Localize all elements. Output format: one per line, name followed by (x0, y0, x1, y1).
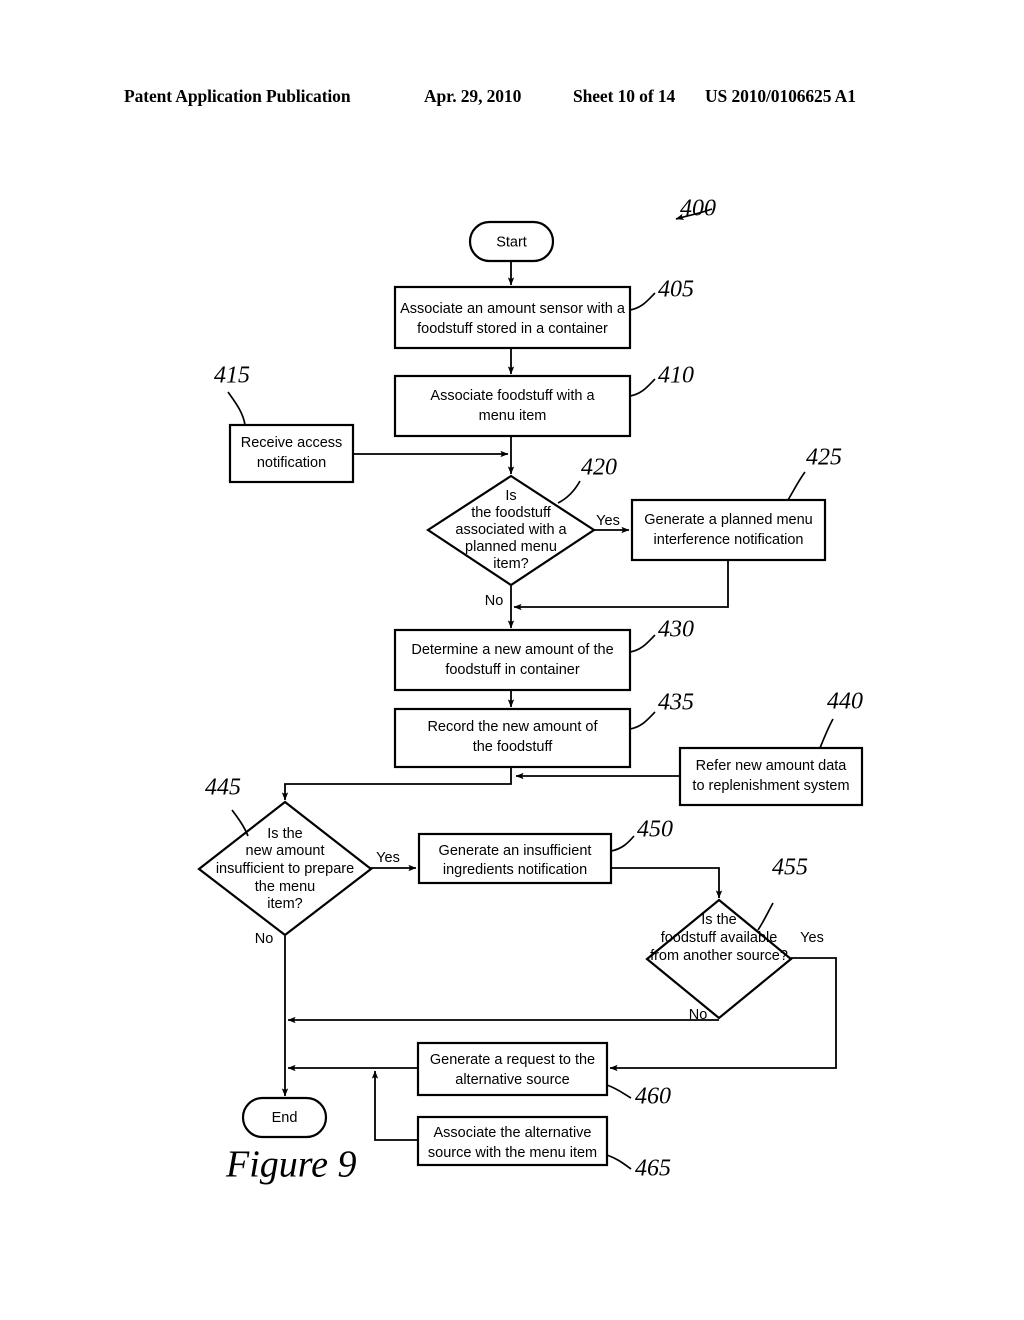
node-435-record-new-amount[interactable]: Record the new amount of the foodstuff (393, 707, 632, 769)
leader-410 (629, 378, 656, 397)
node-455-line1: Is the (701, 912, 736, 928)
leader-445 (231, 809, 249, 837)
leader-465 (606, 1154, 632, 1170)
node-430-line2: foodstuff in container (445, 662, 580, 678)
edge-450-to-455 (611, 867, 723, 899)
node-450-line2: ingredients notification (443, 862, 587, 878)
node-430-shape (393, 628, 632, 692)
ref-label-455: 455 (772, 855, 808, 881)
node-start[interactable]: Start (468, 220, 555, 263)
edge-435-to-445 (281, 767, 512, 801)
edge-label-455-yes: Yes (800, 930, 824, 946)
node-445-line3: insufficient to prepare (216, 861, 354, 877)
node-420-line5: item? (493, 556, 528, 572)
node-435-line1: Record the new amount of (427, 719, 598, 735)
node-460-generate-request-alternative-source[interactable]: Generate a request to the alternative so… (416, 1041, 609, 1097)
ref-label-460: 460 (635, 1084, 671, 1110)
node-430-determine-new-amount[interactable]: Determine a new amount of the foodstuff … (393, 628, 632, 692)
node-420-decision-planned-menu-item[interactable]: Is the foodstuff associated with a plann… (425, 474, 597, 587)
node-420-line1: Is (505, 488, 516, 504)
node-420-line2: the foodstuff (471, 505, 552, 521)
node-465-associate-alternative-source[interactable]: Associate the alternative source with th… (416, 1115, 609, 1167)
node-415-line1: Receive access (241, 435, 343, 451)
ref-label-415: 415 (214, 363, 250, 389)
node-430-line1: Determine a new amount of the (411, 642, 613, 658)
ref-label-405: 405 (658, 277, 694, 303)
leader-420 (557, 480, 581, 504)
leader-430 (629, 634, 656, 653)
edge-465-to-460-line (371, 1070, 418, 1141)
node-410-associate-foodstuff-menu-item[interactable]: Associate foodstuff with a menu item (393, 374, 632, 438)
edge-label-445-no: No (255, 931, 274, 947)
node-435-line2: the foodstuff (473, 739, 554, 755)
edge-label-420-no: No (485, 593, 504, 609)
edge-label-445-yes: Yes (376, 850, 400, 866)
ref-label-435: 435 (658, 690, 694, 716)
ref-label-425: 425 (806, 445, 842, 471)
node-end[interactable]: End (241, 1096, 328, 1139)
ref-label-430: 430 (658, 617, 694, 643)
node-445-line4: the menu (255, 879, 315, 895)
start-label: Start (496, 234, 527, 250)
leader-435 (629, 711, 656, 730)
node-465-line2: source with the menu item (428, 1145, 597, 1161)
ref-label-410: 410 (658, 363, 694, 389)
node-405-associate-amount-sensor[interactable]: Associate an amount sensor with a foodst… (393, 285, 632, 350)
node-440-shape (678, 746, 864, 807)
leader-440 (819, 718, 834, 749)
ref-label-420: 420 (581, 455, 617, 481)
edge-label-420-yes: Yes (596, 513, 620, 529)
ref-label-450: 450 (637, 817, 673, 843)
node-450-line1: Generate an insufficient (439, 843, 592, 859)
node-420-line4: planned menu (465, 539, 557, 555)
node-455-decision-another-source[interactable]: Is the foodstuff available from another … (645, 898, 793, 1020)
node-460-line2: alternative source (455, 1072, 569, 1088)
figure-caption: Figure 9 (225, 1144, 357, 1186)
ref-label-445: 445 (205, 775, 241, 801)
node-440-refer-new-amount-data[interactable]: Refer new amount data to replenishment s… (678, 746, 864, 807)
node-425-generate-planned-menu-interference[interactable]: Generate a planned menu interference not… (630, 498, 827, 562)
node-410-line2: menu item (479, 408, 547, 424)
node-450-generate-insufficient-ingredients[interactable]: Generate an insufficient ingredients not… (417, 832, 613, 885)
end-label: End (272, 1110, 298, 1126)
node-445-line1: Is the (267, 826, 302, 842)
edge-425-to-merge (513, 560, 729, 611)
ref-label-440: 440 (827, 689, 863, 715)
node-445-decision-insufficient-amount[interactable]: Is the new amount insufficient to prepar… (197, 800, 373, 937)
leader-455 (757, 902, 774, 931)
leader-450 (610, 835, 635, 852)
leader-405 (629, 292, 656, 311)
node-440-line2: to replenishment system (692, 778, 849, 794)
node-445-line5: item? (267, 896, 302, 912)
node-410-shape (393, 374, 632, 438)
node-405-line1: Associate an amount sensor with a (400, 301, 626, 317)
node-410-line1: Associate foodstuff with a (430, 388, 595, 404)
figure-9-flowchart: Start Associate an amount sensor with a … (0, 0, 1024, 1320)
ref-label-465: 465 (635, 1156, 671, 1182)
ref-label-400: 400 (680, 196, 716, 222)
node-405-shape (393, 285, 632, 350)
node-405-line2: foodstuff stored in a container (417, 321, 608, 337)
node-425-line2: interference notification (654, 532, 804, 548)
node-465-line1: Associate the alternative (434, 1125, 592, 1141)
node-420-line3: associated with a (455, 522, 567, 538)
leader-425 (787, 471, 806, 501)
edge-label-455-no: No (689, 1007, 708, 1023)
node-455-line3: from another source? (650, 948, 788, 964)
node-455-line2: foodstuff available (661, 930, 778, 946)
node-425-shape (630, 498, 827, 562)
node-415-shape (228, 423, 355, 484)
node-425-line1: Generate a planned menu (644, 512, 813, 528)
node-460-line1: Generate a request to the (430, 1052, 595, 1068)
leader-460 (606, 1084, 632, 1099)
leader-415 (227, 391, 246, 426)
node-445-line2: new amount (246, 843, 325, 859)
node-415-receive-access-notification[interactable]: Receive access notification (228, 423, 355, 484)
node-440-line1: Refer new amount data (696, 758, 848, 774)
node-415-line2: notification (257, 455, 326, 471)
